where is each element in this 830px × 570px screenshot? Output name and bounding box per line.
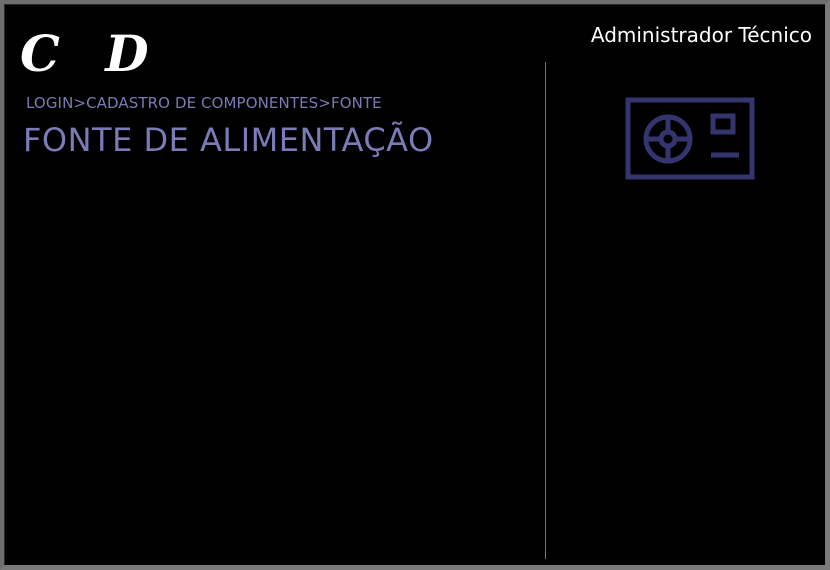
app-logo[interactable]: C D [20, 24, 163, 84]
breadcrumb-item-fonte: FONTE [330, 94, 382, 112]
breadcrumb-separator: > [318, 94, 331, 112]
user-name[interactable]: Administrador Técnico [591, 22, 812, 48]
breadcrumb: LOGIN>CADASTRO DE COMPONENTES>FONTE [26, 93, 382, 113]
page-title: FONTE DE ALIMENTAÇÃO [23, 121, 434, 159]
app-window: C D Administrador Técnico LOGIN>CADASTRO… [0, 0, 830, 570]
breadcrumb-item-login[interactable]: LOGIN [26, 94, 73, 112]
breadcrumb-separator: > [73, 94, 87, 112]
breadcrumb-item-cadastro-de-componentes[interactable]: CADASTRO DE COMPONENTES [86, 94, 318, 112]
vertical-divider [545, 62, 546, 559]
power-supply-icon [625, 97, 755, 180]
